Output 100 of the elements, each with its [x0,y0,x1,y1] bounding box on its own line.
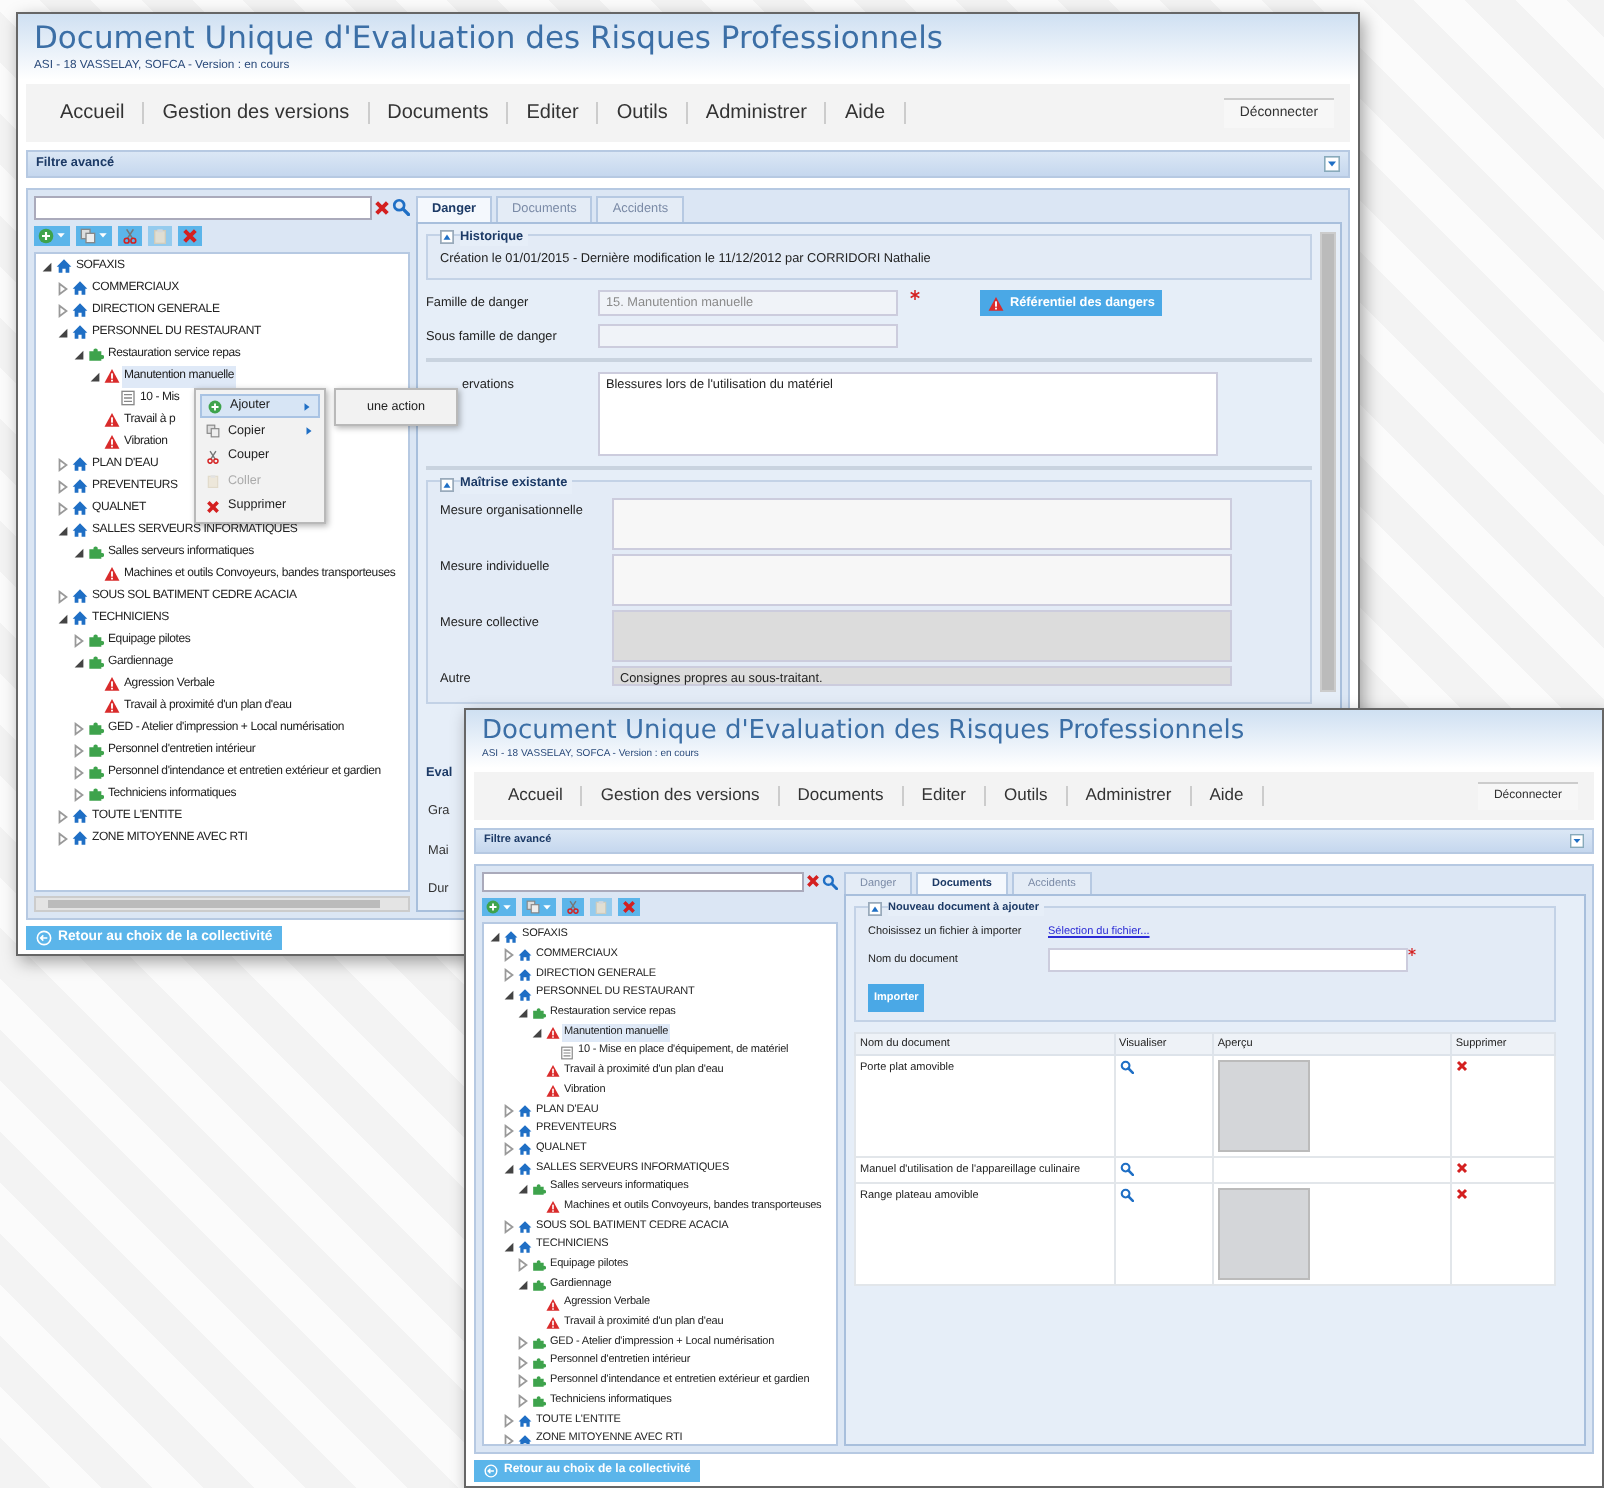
house-icon [56,258,72,275]
tree-toggle-icon[interactable] [56,479,70,494]
tree-toggle-icon[interactable] [502,1219,516,1234]
tree-toggle-icon[interactable] [502,1142,516,1157]
tree-toggle-icon[interactable] [56,457,70,472]
tree-toggle-icon[interactable] [488,929,502,944]
tree-toggle-icon[interactable] [502,987,516,1002]
collapse-icon[interactable] [440,229,454,244]
chevron-down-icon[interactable] [1324,156,1340,173]
house-icon [72,500,88,517]
tree-toggle-icon[interactable] [56,611,70,626]
menu-link[interactable]: Administrer [1067,786,1192,806]
tree-toggle-icon[interactable] [502,1161,516,1176]
tree-toggle-icon[interactable] [516,1394,530,1409]
tree-toggle-icon[interactable] [56,303,70,318]
tree-toggle-icon[interactable] [516,1355,530,1370]
add-button[interactable] [482,898,516,917]
app-title: Document Unique d'Evaluation des Risques Professionnels [34,20,943,59]
tree-toggle-icon[interactable] [72,743,86,758]
warning-icon [546,1297,560,1312]
tree-toggle-icon[interactable] [516,1258,530,1273]
menu-link[interactable]: Gestion des versions [582,786,780,806]
tree-toggle-icon[interactable] [502,1103,516,1118]
arrow-left-circle-icon [36,929,52,946]
menu-link[interactable]: Documents [779,786,904,806]
add-icon [208,399,222,414]
delete-icon[interactable] [1455,1060,1468,1073]
tree-toggle-icon[interactable] [72,347,86,362]
tree-toggle-icon[interactable] [502,1433,516,1444]
tree-toggle-icon[interactable] [40,259,54,274]
delete-icon [206,499,220,514]
clear-icon[interactable] [806,874,820,889]
copy-button[interactable] [522,898,556,917]
tree-toggle-icon[interactable] [516,1278,530,1293]
tree-toggle-icon[interactable] [56,325,70,340]
tree-toggle-icon[interactable] [72,545,86,560]
delete-button[interactable] [618,898,640,917]
search-icon[interactable] [392,198,410,217]
clipboard-icon [152,227,168,244]
chevron-down-icon[interactable] [1570,834,1584,849]
cut-button[interactable] [118,225,142,246]
tree-toggle-icon[interactable] [72,787,86,802]
menu-link[interactable]: Accueil [42,102,145,125]
search-field[interactable] [34,195,372,220]
cut-button[interactable] [562,898,584,917]
delete-button[interactable] [178,225,202,246]
menu-link[interactable]: Editer [508,102,599,125]
collapse-icon[interactable] [440,477,454,492]
tree-toggle-icon[interactable] [516,1374,530,1389]
copy-button[interactable] [76,225,112,246]
tree-toggle-icon[interactable] [56,831,70,846]
tree-toggle-icon[interactable] [72,633,86,648]
tree-toggle-icon[interactable] [502,1413,516,1428]
menu-link[interactable]: Administrer [687,102,827,125]
tree-toggle-icon[interactable] [502,948,516,963]
tree-toggle-icon[interactable] [516,1006,530,1021]
tree-toggle-icon[interactable] [516,1181,530,1196]
tree-toggle-icon[interactable] [56,589,70,604]
warning-icon [546,1200,560,1215]
clear-icon[interactable] [374,199,390,216]
search-icon[interactable] [1119,1188,1133,1203]
menu-link[interactable]: Accueil [490,786,583,806]
house-icon [72,522,88,539]
puzzle-icon [532,1006,546,1021]
tree-toggle-icon[interactable] [502,1239,516,1254]
house-icon [518,1239,532,1254]
tree-toggle-icon[interactable] [516,1336,530,1351]
tree-toggle-icon[interactable] [56,809,70,824]
house-icon [72,808,88,825]
menu-link[interactable]: Outils [986,786,1068,806]
search-field[interactable] [482,871,804,893]
tree-toggle-icon[interactable] [502,968,516,983]
menu-link[interactable]: Gestion des versions [144,102,370,125]
list-icon [560,1045,574,1060]
tree-toggle-icon[interactable] [56,523,70,538]
menu-link[interactable]: Aide [826,102,905,125]
tree-toggle-icon[interactable] [530,1026,544,1041]
menu-link[interactable]: Outils [598,102,688,125]
search-icon[interactable] [822,873,838,890]
warning-icon [104,368,120,385]
menu-link[interactable]: Aide [1191,786,1264,806]
input-field[interactable] [1048,947,1408,972]
menu-link[interactable]: Editer [903,786,986,806]
collapse-icon[interactable] [868,901,882,916]
search-icon[interactable] [1119,1060,1133,1075]
delete-icon [622,900,636,915]
tree-toggle-icon[interactable] [72,765,86,780]
tree-toggle-icon[interactable] [72,721,86,736]
delete-icon[interactable] [1455,1162,1468,1175]
tree-toggle-icon[interactable] [502,1123,516,1138]
tree-toggle-icon[interactable] [56,501,70,516]
search-icon[interactable] [1119,1162,1133,1177]
tree-toggle-icon[interactable] [72,655,86,670]
house-icon [72,610,88,627]
tree-toggle-icon[interactable] [56,281,70,296]
menu-link[interactable]: Documents [369,102,509,125]
add-button[interactable] [34,225,70,246]
tree-toggle-icon[interactable] [88,369,102,384]
warning-icon [546,1026,560,1041]
delete-icon[interactable] [1455,1188,1468,1201]
